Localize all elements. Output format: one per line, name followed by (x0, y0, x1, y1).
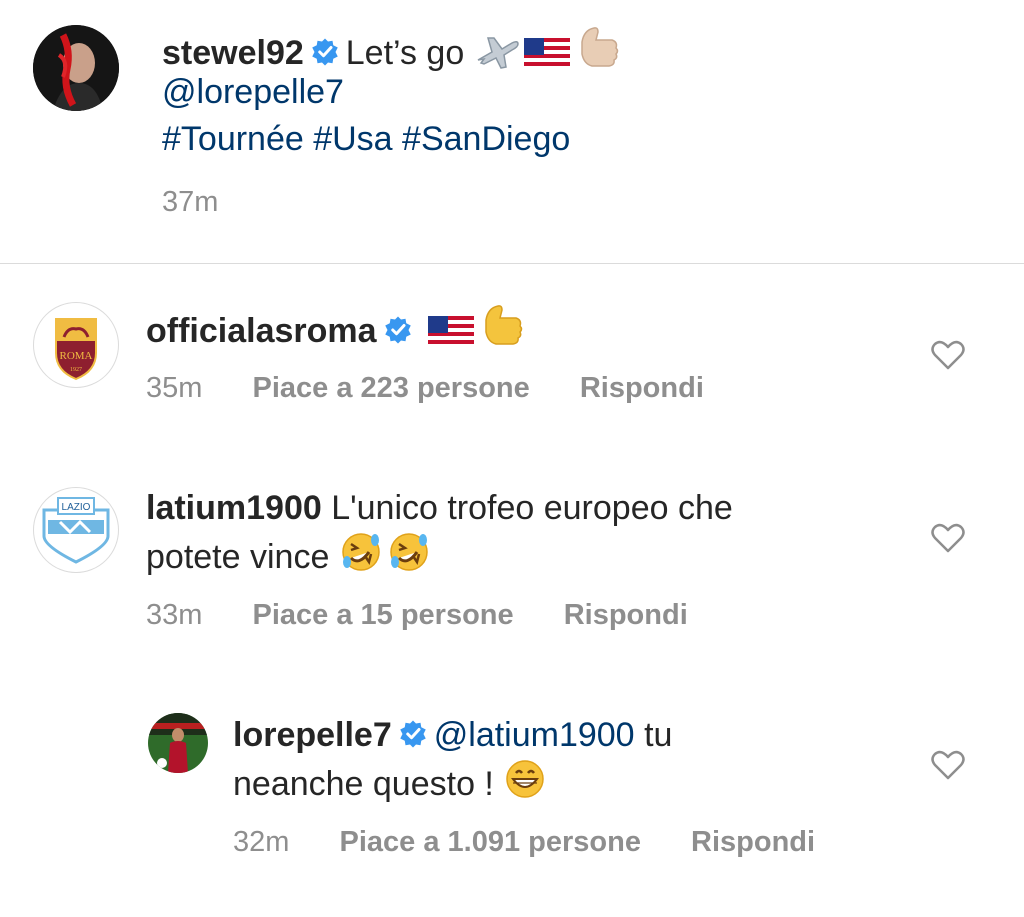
verified-badge-icon (384, 316, 411, 344)
caption-text: Let’s go (345, 34, 465, 72)
us-flag-emoji (427, 316, 474, 348)
lazio-crest-icon: LAZIO (42, 497, 110, 564)
comment-officialasroma-body: officialasroma (146, 302, 530, 353)
comment-likes[interactable]: Piace a 15 persone (252, 599, 513, 631)
as-roma-crest-year: 1927 (70, 367, 82, 373)
heart-icon[interactable] (931, 340, 965, 370)
thumbs-up-emoji (485, 305, 523, 345)
comment-likes[interactable]: Piace a 1.091 persone (339, 826, 640, 858)
comment-username[interactable]: latium1900 (146, 489, 322, 527)
comment-latium1900-meta: 33m Piace a 15 persone Rispondi (146, 599, 688, 632)
grinning-emoji (506, 760, 545, 798)
comment-likes[interactable]: Piace a 223 persone (252, 372, 529, 404)
caption-username[interactable]: stewel92 (162, 34, 304, 72)
caption-hashtags[interactable]: #Tournée #Usa #SanDiego (162, 117, 570, 161)
comment-time: 32m (233, 826, 290, 858)
lorepelle7-avatar-image (148, 713, 208, 773)
comment-username[interactable]: lorepelle7 (233, 716, 392, 754)
comment-text: tu (644, 716, 673, 754)
comment-mention[interactable]: @latium1900 (434, 716, 635, 754)
comment-text-line-2: potete vince (146, 538, 330, 576)
comment-text: L'unico trofeo europeo che (331, 489, 733, 527)
comment-lorepelle7-meta: 32m Piace a 1.091 persone Rispondi (233, 826, 815, 859)
as-roma-crest-icon: ROMA 1927 (55, 318, 97, 381)
caption-mention[interactable]: @lorepelle7 (162, 70, 344, 114)
verified-badge-icon (400, 720, 426, 748)
caption-time: 37m (162, 186, 219, 218)
verified-badge-icon (312, 38, 338, 66)
reply-button[interactable]: Rispondi (580, 372, 704, 404)
reply-button[interactable]: Rispondi (564, 599, 688, 631)
lazio-crest-text: LAZIO (62, 502, 91, 513)
comment-time: 33m (146, 599, 203, 631)
us-flag-emoji (523, 38, 570, 70)
airplane-emoji (477, 37, 519, 69)
stewel92-avatar[interactable] (33, 25, 119, 111)
officialasroma-avatar[interactable]: ROMA 1927 (33, 302, 119, 388)
stewel92-avatar-image (33, 25, 119, 111)
comment-lorepelle7-body: lorepelle7 @latium1900 tu neanche questo … (233, 713, 853, 806)
comment-time: 35m (146, 372, 203, 404)
as-roma-crest-text: ROMA (59, 350, 92, 362)
latium1900-avatar[interactable]: LAZIO (33, 487, 119, 573)
comment-text-line-2: neanche questo ! (233, 765, 494, 803)
rolling-laughing-emoji (342, 533, 380, 571)
rolling-laughing-emoji (390, 533, 428, 571)
heart-icon[interactable] (931, 523, 965, 553)
comment-latium1900-body: latium1900 L'unico trofeo europeo che po… (146, 486, 866, 579)
heart-icon[interactable] (931, 750, 965, 780)
caption-divider (0, 263, 1024, 264)
lorepelle7-avatar[interactable] (148, 713, 208, 773)
reply-button[interactable]: Rispondi (691, 826, 815, 858)
thumbs-up-emoji (580, 27, 618, 67)
comment-officialasroma-meta: 35m Piace a 223 persone Rispondi (146, 372, 704, 405)
comment-username[interactable]: officialasroma (146, 312, 377, 350)
caption-line-1: stewel92 Let’s go (162, 24, 626, 75)
